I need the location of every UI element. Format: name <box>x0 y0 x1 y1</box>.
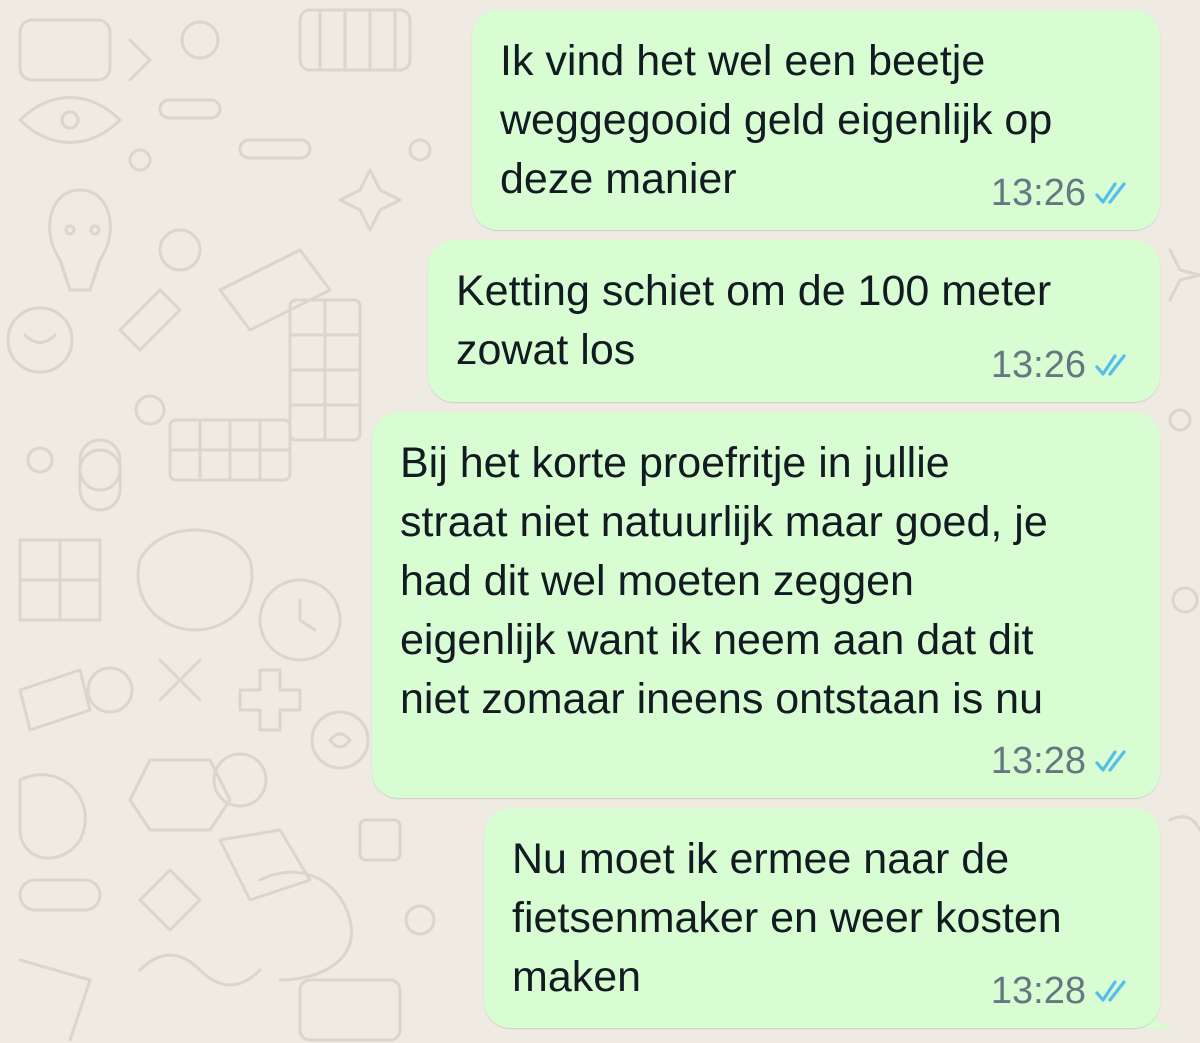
double-check-read-icon <box>1095 354 1126 376</box>
message-meta: 13:28 <box>991 738 1134 784</box>
message-meta: 13:28 <box>991 968 1134 1014</box>
message-text: Bij het korte proefritje in jullie straa… <box>400 439 1048 723</box>
message-time: 13:26 <box>990 344 1086 386</box>
double-check-read-icon <box>1095 182 1126 204</box>
message-time: 13:28 <box>990 970 1086 1012</box>
message-time: 13:26 <box>990 172 1086 214</box>
message-bubble-outgoing[interactable]: Ik vind het wel een beetje weggegooid ge… <box>472 10 1160 230</box>
message-text: Ketting schiet om de 100 meter zowat los <box>456 267 1052 374</box>
message-bubble-outgoing[interactable]: Ketting schiet om de 100 meter zowat los… <box>428 240 1160 402</box>
message-time: 13:28 <box>990 740 1086 782</box>
message-bubble-outgoing[interactable]: Bij het korte proefritje in jullie straa… <box>372 412 1160 798</box>
message-meta: 13:26 <box>991 170 1134 216</box>
chat-messages: Ik vind het wel een beetje weggegooid ge… <box>0 0 1200 1043</box>
double-check-read-icon <box>1095 750 1126 772</box>
message-text: Nu moet ik ermee naar de fietsenmaker en… <box>512 835 1062 1001</box>
message-text: Ik vind het wel een beetje weggegooid ge… <box>500 37 1053 203</box>
double-check-read-icon <box>1095 980 1126 1002</box>
message-meta: 13:26 <box>991 342 1134 388</box>
message-bubble-outgoing[interactable]: Nu moet ik ermee naar de fietsenmaker en… <box>484 808 1160 1028</box>
